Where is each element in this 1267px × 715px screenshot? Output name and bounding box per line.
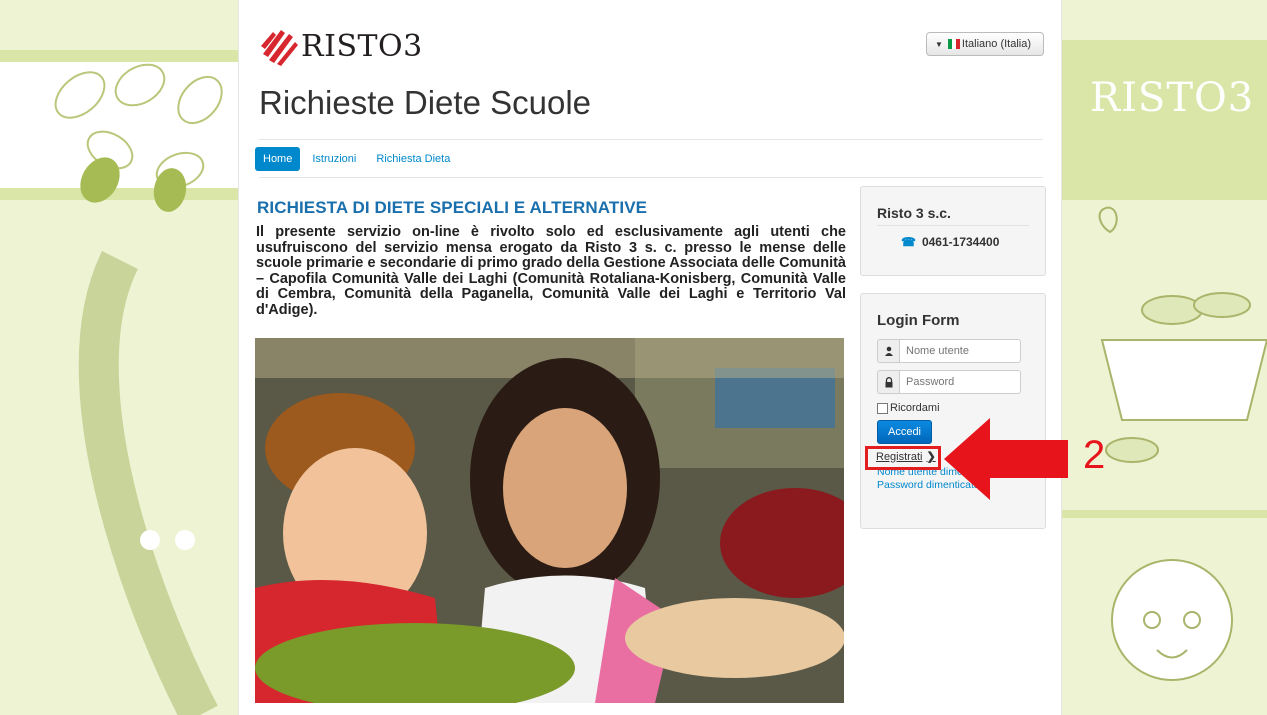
password-group [877,370,1021,394]
step-number: 2 [1083,433,1106,477]
article-photo [255,338,844,703]
contact-title: Risto 3 s.c. [877,205,951,221]
contact-module: Risto 3 s.c. ☎ 0461-1734400 [860,186,1046,276]
language-label: Italiano (Italia) [961,38,1032,50]
remember-checkbox[interactable] [877,402,888,414]
caret-down-icon: ▼ [935,39,943,49]
phone-number: 0461-1734400 [921,235,1000,249]
phone-icon: ☎ [901,235,916,249]
article-title: RICHIESTA DI DIETE SPECIALI E ALTERNATIV… [257,198,648,217]
highlight-box [865,446,941,470]
user-icon [877,339,899,363]
background-food-drawing [1062,206,1267,681]
divider [877,225,1029,226]
article-body: Il presente servizio on-line è rivolto s… [256,224,846,318]
username-input[interactable] [899,339,1021,363]
divider [259,177,1043,178]
background-olive-drawing [54,63,223,715]
username-group [877,339,1021,363]
risto3-logo-icon [261,30,298,66]
language-selector[interactable]: ▼ Italiano (Italia) [926,32,1044,56]
site-logo[interactable]: RISTO3 [259,24,423,68]
remember-label: Ricordami [890,402,940,414]
arrow-left-icon [944,418,1068,500]
remember-me[interactable]: Ricordami [877,402,940,414]
password-input[interactable] [899,370,1021,394]
nav-item-istruzioni[interactable]: Istruzioni [304,147,364,171]
lock-icon [877,370,899,394]
italy-flag-icon [947,39,960,49]
login-title: Login Form [877,312,960,329]
nav-item-home[interactable]: Home [255,147,301,171]
main-nav: Home Istruzioni Richiesta Dieta [255,147,462,171]
logo-text: RISTO3 [301,28,423,64]
contact-phone: ☎ 0461-1734400 [901,235,999,249]
divider [259,139,1043,140]
site-title: Richieste Diete Scuole [259,84,591,121]
login-button[interactable]: Accedi [877,420,932,444]
main-container: RISTO3 ▼ Italiano (Italia) Richieste Die… [238,0,1062,715]
nav-item-richiesta-dieta[interactable]: Richiesta Dieta [368,147,458,171]
children-cafeteria-image [255,338,844,703]
